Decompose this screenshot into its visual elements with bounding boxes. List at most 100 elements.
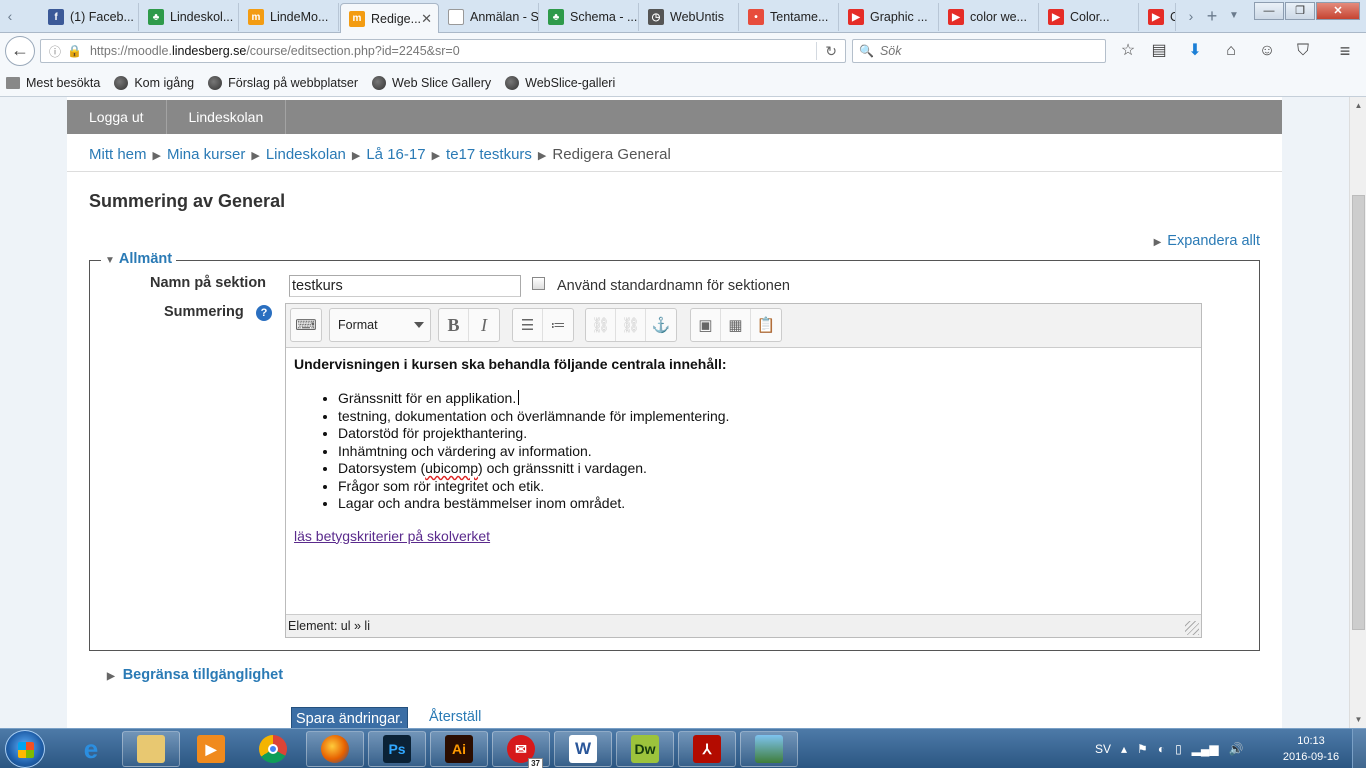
save-button[interactable]: Spara ändringar.	[291, 707, 409, 728]
maximize-button[interactable]: ❐	[1285, 2, 1315, 20]
browser-tab[interactable]: ▶ Co	[1140, 3, 1176, 31]
browser-tab[interactable]: m Redige... ✕	[340, 3, 439, 33]
tab-scroll-left-icon[interactable]: ‹	[2, 6, 18, 26]
flag-icon[interactable]: ⚑	[1137, 742, 1148, 756]
tab-scroll-right-icon[interactable]: ›	[1183, 6, 1199, 26]
info-icon[interactable]: ⓘ	[49, 43, 61, 60]
browser-tab[interactable]: Anmälan - Sit...	[440, 3, 539, 31]
bookmark-webslice-galleri[interactable]: WebSlice-galleri	[505, 75, 615, 90]
ie-taskbar-button[interactable]: e	[62, 731, 120, 767]
caret-right-icon: ▶	[107, 671, 115, 682]
url-text[interactable]: https://moodle.lindesberg.se/course/edit…	[90, 44, 460, 58]
browser-tab[interactable]: ◷ WebUntis	[640, 3, 739, 31]
close-tab-icon[interactable]: ✕	[421, 11, 432, 27]
breadcrumb-course[interactable]: te17 testkurs	[446, 146, 532, 163]
breadcrumb-my-courses[interactable]: Mina kurser	[167, 146, 245, 163]
page-scrollbar[interactable]: ▲ ▼	[1349, 97, 1366, 728]
photoshop-taskbar-button[interactable]: Ps	[368, 731, 426, 767]
tray-expand-icon[interactable]: ▴	[1121, 742, 1127, 756]
bookmark-suggested-sites[interactable]: Förslag på webbplatser	[208, 75, 358, 90]
school-link[interactable]: Lindeskolan	[167, 100, 287, 134]
unlink-icon[interactable]: ⛓	[616, 309, 646, 341]
show-desktop-button[interactable]	[1352, 729, 1366, 768]
link-icon[interactable]: ⛓	[586, 309, 616, 341]
new-tab-icon[interactable]: +	[1204, 6, 1220, 26]
pocket-icon[interactable]: ⛉	[1292, 40, 1314, 62]
browser-tab[interactable]: ▶ Graphic ...	[840, 3, 939, 31]
bookmark-most-visited[interactable]: Mest besökta	[6, 76, 100, 90]
browser-tab[interactable]: m LindeMo...	[240, 3, 339, 31]
scroll-thumb[interactable]	[1352, 195, 1365, 630]
lock-icon[interactable]: 🔒	[67, 44, 82, 58]
search-input[interactable]	[879, 44, 1080, 58]
photos-taskbar-button[interactable]	[740, 731, 798, 767]
paste-icon[interactable]: 📋	[751, 309, 781, 341]
home-icon[interactable]: ⌂	[1220, 40, 1242, 62]
device-icon[interactable]: ▯	[1175, 742, 1182, 756]
network-status-icon[interactable]: ◐	[1158, 742, 1165, 756]
download-icon[interactable]: ⬇	[1184, 40, 1206, 62]
toolbar-toggle-icon[interactable]: ⌨	[291, 309, 321, 341]
dreamweaver-icon: Dw	[631, 735, 659, 763]
unordered-list-icon[interactable]: ☰	[513, 309, 543, 341]
browser-tab[interactable]: • Tentame...	[740, 3, 839, 31]
image-icon[interactable]: ▣	[691, 309, 721, 341]
browser-tab[interactable]: ▶ Color...	[1040, 3, 1139, 31]
url-bar[interactable]: ⓘ 🔒 https://moodle.lindesberg.se/course/…	[40, 39, 846, 63]
media-group: ▣ ▦ 📋	[690, 308, 782, 342]
volume-icon[interactable]: 🔊	[1229, 742, 1244, 756]
bold-icon[interactable]: B	[439, 309, 469, 341]
browser-tab[interactable]: ▶ color we...	[940, 3, 1039, 31]
back-button[interactable]: ←	[5, 36, 35, 66]
restrict-access-section[interactable]: ▶ Begränsa tillgänglighet	[107, 667, 283, 683]
browser-tab-bar: ‹ f (1) Faceb... ♣ Lindeskol... m LindeMo... m…	[0, 0, 1366, 33]
chrome-taskbar-button[interactable]	[244, 731, 302, 767]
section-name-input[interactable]	[289, 275, 521, 297]
bookmark-get-started[interactable]: Kom igång	[114, 75, 194, 90]
reload-icon[interactable]: ↻	[825, 43, 837, 60]
minimize-button[interactable]: —	[1254, 2, 1284, 20]
section-legend[interactable]: ▼ Allmänt	[101, 251, 177, 267]
mail-taskbar-button[interactable]: ✉ 37	[492, 731, 550, 768]
resize-grip-icon[interactable]	[1185, 621, 1199, 635]
ordered-list-icon[interactable]: ≔	[543, 309, 573, 341]
chat-icon[interactable]: ☺	[1256, 40, 1278, 62]
start-button[interactable]	[5, 730, 45, 768]
close-window-button[interactable]: ✕	[1316, 2, 1360, 20]
browser-tab[interactable]: ♣ Schema - ...	[540, 3, 639, 31]
format-select[interactable]: Format	[329, 308, 431, 342]
bookmark-star-icon[interactable]: ☆	[1117, 40, 1139, 62]
signal-icon[interactable]: ▂▄▆	[1192, 742, 1219, 756]
breadcrumb-year[interactable]: Lå 16-17	[366, 146, 425, 163]
editor-content[interactable]: Undervisningen i kursen ska behandla föl…	[294, 356, 1194, 544]
expand-all-link[interactable]: ▶ Expandera allt	[1154, 233, 1260, 249]
breadcrumb-home[interactable]: Mitt hem	[89, 146, 147, 163]
explorer-taskbar-button[interactable]	[122, 731, 180, 767]
breadcrumb-school[interactable]: Lindeskolan	[266, 146, 346, 163]
browser-tab[interactable]: f (1) Faceb...	[40, 3, 139, 31]
clock[interactable]: 10:13 2016-09-16	[1278, 733, 1344, 765]
bookmark-web-slice-gallery[interactable]: Web Slice Gallery	[372, 75, 491, 90]
help-icon[interactable]: ?	[256, 305, 272, 321]
firefox-taskbar-button[interactable]	[306, 731, 364, 767]
reset-button[interactable]: Återställ	[429, 709, 481, 725]
reading-list-icon[interactable]: ▤	[1148, 40, 1170, 62]
tab-list-icon[interactable]: ▼	[1226, 6, 1242, 26]
scroll-down-icon[interactable]: ▼	[1350, 711, 1366, 728]
italic-icon[interactable]: I	[469, 309, 499, 341]
criteria-link[interactable]: läs betygskriterier på skolverket	[294, 528, 1194, 544]
anchor-icon[interactable]: ⚓	[646, 309, 676, 341]
dreamweaver-taskbar-button[interactable]: Dw	[616, 731, 674, 767]
scroll-up-icon[interactable]: ▲	[1350, 97, 1366, 114]
media-icon[interactable]: ▦	[721, 309, 751, 341]
media-taskbar-button[interactable]: ▶	[182, 731, 240, 767]
acrobat-taskbar-button[interactable]: ⅄	[678, 731, 736, 767]
word-taskbar-button[interactable]: W	[554, 731, 612, 767]
menu-icon[interactable]: ≡	[1334, 40, 1356, 62]
illustrator-taskbar-button[interactable]: Ai	[430, 731, 488, 767]
search-bar[interactable]: 🔍	[852, 39, 1106, 63]
default-name-checkbox[interactable]	[532, 277, 545, 290]
language-indicator[interactable]: SV	[1095, 742, 1111, 756]
logout-link[interactable]: Logga ut	[67, 100, 167, 134]
browser-tab[interactable]: ♣ Lindeskol...	[140, 3, 239, 31]
